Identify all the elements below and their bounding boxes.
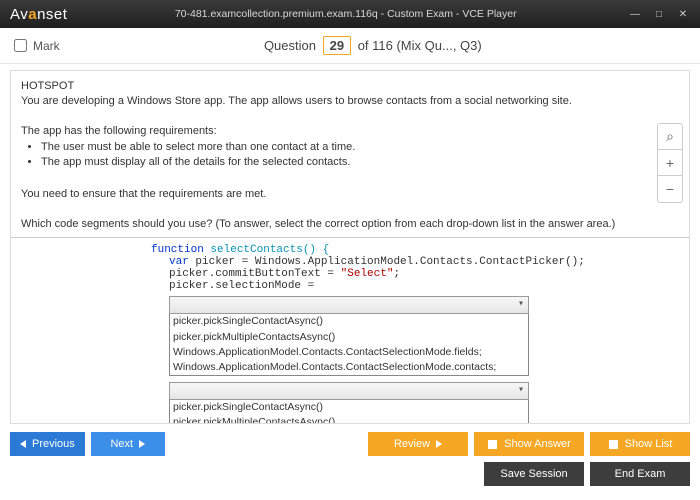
hotspot-label: HOTSPOT (21, 79, 679, 94)
checkbox-icon (487, 439, 498, 450)
mark-checkbox-input[interactable] (14, 39, 27, 52)
zoom-tools: ⌕ + − (657, 123, 683, 203)
close-button[interactable]: ✕ (672, 6, 694, 22)
search-icon[interactable]: ⌕ (658, 124, 682, 150)
dropdown-option[interactable]: picker.pickSingleContactAsync() (170, 400, 528, 415)
content-panel: HOTSPOT You are developing a Windows Sto… (10, 70, 690, 424)
zoom-in-button[interactable]: + (658, 150, 682, 176)
requirement-item: The user must be able to select more tha… (41, 140, 679, 155)
question-number: 29 (323, 36, 351, 55)
dropdown-option[interactable]: picker.pickSingleContactAsync() (170, 314, 528, 329)
footer-row-1: Previous Next Review Show Answer Show Li… (0, 428, 700, 462)
dropdown-2: picker.pickSingleContactAsync() picker.p… (169, 382, 529, 424)
window-controls: — □ ✕ (624, 6, 694, 22)
app-logo: Avanset (10, 6, 67, 23)
mark-checkbox[interactable]: Mark (14, 39, 60, 53)
next-button[interactable]: Next (91, 432, 165, 456)
dropdown-2-select[interactable] (169, 382, 529, 400)
code-area: function selectContacts() { var picker =… (11, 238, 689, 424)
question-bar: Mark Question 29 of 116 (Mix Qu..., Q3) (0, 28, 700, 64)
minimize-button[interactable]: — (624, 6, 646, 22)
chevron-left-icon (20, 440, 26, 448)
question-text: HOTSPOT You are developing a Windows Sto… (11, 71, 689, 238)
previous-button[interactable]: Previous (10, 432, 85, 456)
checkbox-icon (608, 439, 619, 450)
maximize-button[interactable]: □ (648, 6, 670, 22)
dropdown-2-options: picker.pickSingleContactAsync() picker.p… (169, 400, 529, 424)
requirement-item: The app must display all of the details … (41, 155, 679, 170)
save-session-button[interactable]: Save Session (484, 462, 584, 486)
window-title: 70-481.examcollection.premium.exam.116q … (67, 8, 624, 20)
review-button[interactable]: Review (368, 432, 468, 456)
chevron-right-icon (139, 440, 145, 448)
show-answer-button[interactable]: Show Answer (474, 432, 584, 456)
mark-label: Mark (33, 39, 60, 53)
requirements-list: The user must be able to select more tha… (41, 140, 679, 170)
intro-line: You are developing a Windows Store app. … (21, 94, 679, 109)
zoom-out-button[interactable]: − (658, 176, 682, 202)
end-exam-button[interactable]: End Exam (590, 462, 690, 486)
ensure-line: You need to ensure that the requirements… (21, 187, 679, 202)
which-line: Which code segments should you use? (To … (21, 217, 679, 232)
dropdown-1-options: picker.pickSingleContactAsync() picker.p… (169, 314, 529, 376)
requirements-head: The app has the following requirements: (21, 124, 679, 139)
dropdown-option[interactable]: Windows.ApplicationModel.Contacts.Contac… (170, 360, 528, 375)
chevron-right-icon (436, 440, 442, 448)
dropdown-option[interactable]: Windows.ApplicationModel.Contacts.Contac… (170, 345, 528, 360)
dropdown-1-select[interactable] (169, 296, 529, 314)
dropdown-option[interactable]: picker.pickMultipleContactsAsync() (170, 415, 528, 424)
titlebar: Avanset 70-481.examcollection.premium.ex… (0, 0, 700, 28)
dropdown-1: picker.pickSingleContactAsync() picker.p… (169, 296, 529, 376)
footer-row-2: Save Session End Exam (0, 462, 700, 492)
dropdown-option[interactable]: picker.pickMultipleContactsAsync() (170, 330, 528, 345)
question-counter: Question 29 of 116 (Mix Qu..., Q3) (60, 36, 686, 55)
show-list-button[interactable]: Show List (590, 432, 690, 456)
